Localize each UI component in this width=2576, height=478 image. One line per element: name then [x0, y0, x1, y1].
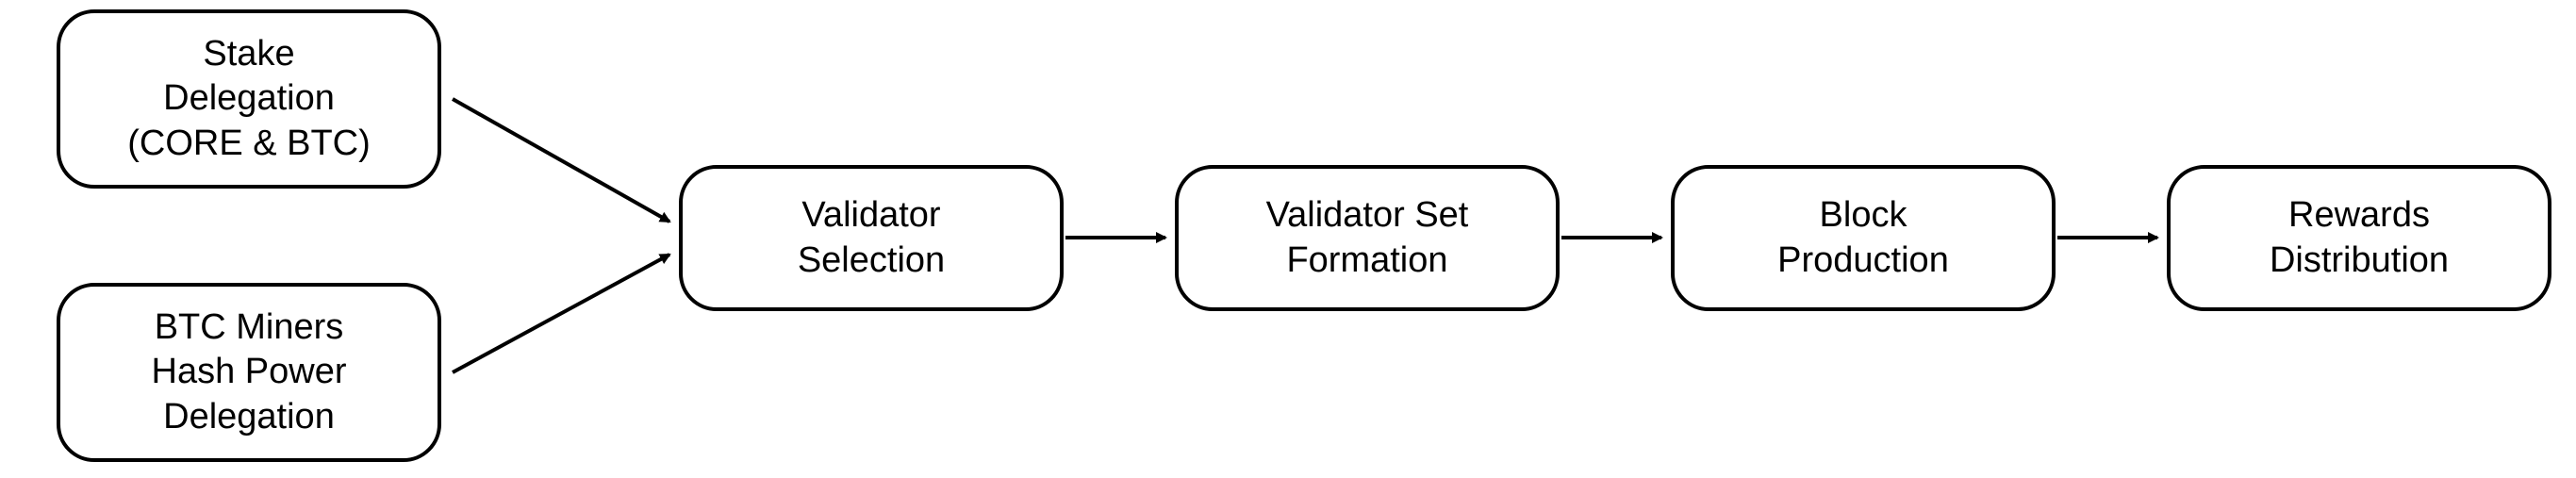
node-block-production: Block Production: [1671, 165, 2056, 311]
node-stake-delegation: Stake Delegation (CORE & BTC): [57, 9, 441, 189]
node-validator-set-formation: Validator Set Formation: [1175, 165, 1560, 311]
node-validator-set-formation-label: Validator Set Formation: [1266, 193, 1469, 283]
node-validator-selection-label: Validator Selection: [798, 193, 945, 283]
node-block-production-label: Block Production: [1777, 193, 1949, 283]
node-btc-miners-label: BTC Miners Hash Power Delegation: [152, 305, 347, 440]
node-stake-delegation-label: Stake Delegation (CORE & BTC): [127, 32, 371, 167]
arrow-miners-to-validator-selection: [453, 255, 669, 372]
node-rewards-distribution: Rewards Distribution: [2167, 165, 2551, 311]
node-btc-miners: BTC Miners Hash Power Delegation: [57, 283, 441, 462]
diagram-canvas: Stake Delegation (CORE & BTC) BTC Miners…: [0, 0, 2576, 478]
node-validator-selection: Validator Selection: [679, 165, 1064, 311]
arrow-stake-to-validator-selection: [453, 99, 669, 222]
node-rewards-distribution-label: Rewards Distribution: [2270, 193, 2449, 283]
